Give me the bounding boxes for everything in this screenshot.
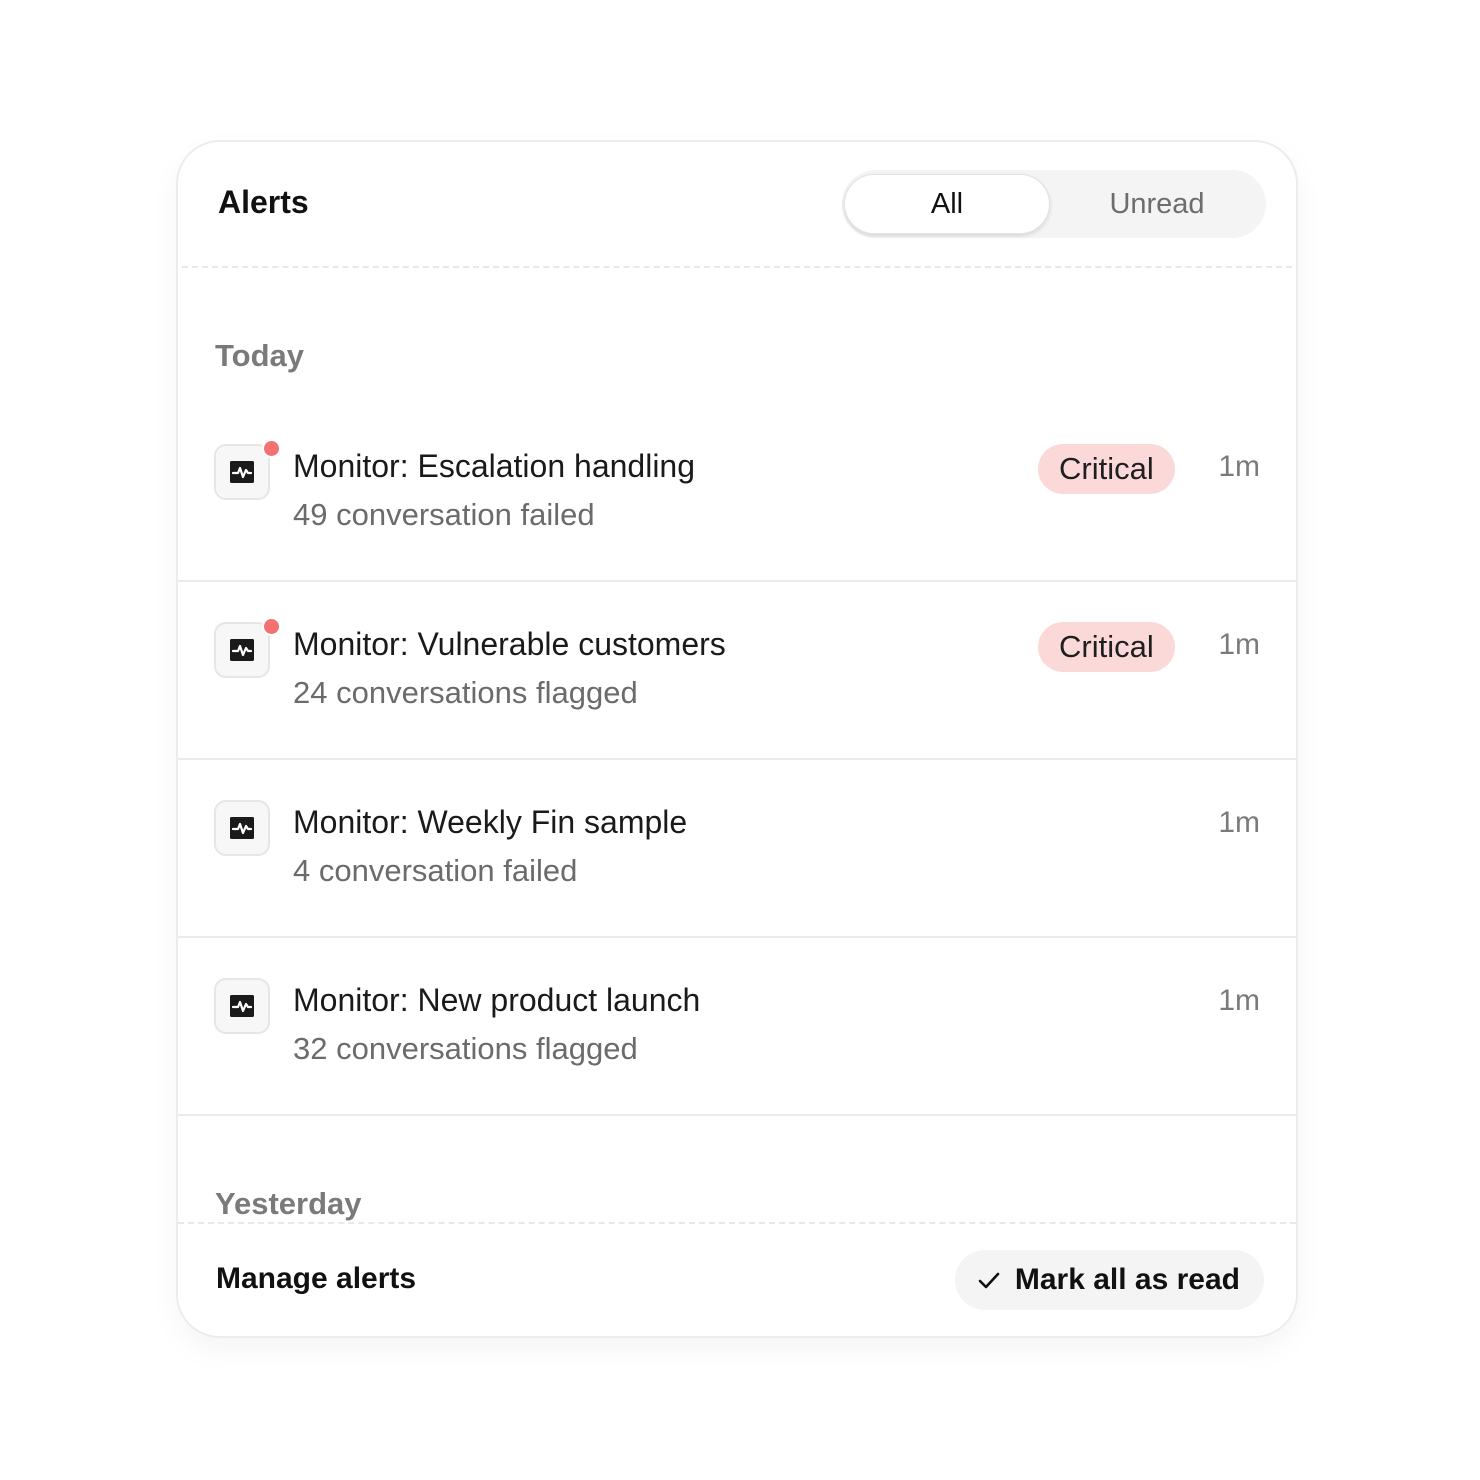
monitor-pulse-icon	[214, 622, 270, 678]
check-icon	[978, 1272, 1000, 1289]
alert-title: Monitor: Escalation handling	[293, 448, 696, 484]
alert-subtitle: 24 conversations flagged	[293, 675, 638, 710]
tab-unread[interactable]: Unread	[1054, 174, 1260, 234]
alert-subtitle: 49 conversation failed	[293, 497, 595, 532]
alerts-title: Alerts	[218, 184, 309, 220]
alert-time: 1m	[1218, 984, 1260, 1017]
critical-badge: Critical	[1038, 622, 1175, 672]
alert-title: Monitor: Vulnerable customers	[293, 626, 726, 662]
alerts-panel: Alerts All Unread Today Monitor: Escalat…	[176, 140, 1298, 1338]
alert-subtitle: 4 conversation failed	[293, 853, 578, 888]
monitor-pulse-icon	[214, 800, 270, 856]
filter-segmented-control: All Unread	[842, 170, 1266, 238]
alert-title: Monitor: New product launch	[293, 982, 701, 1018]
alert-row[interactable]: Monitor: Vulnerable customers 24 convers…	[178, 582, 1296, 760]
mark-all-read-label: Mark all as read	[1014, 1263, 1240, 1296]
manage-alerts-link[interactable]: Manage alerts	[216, 1262, 416, 1296]
alert-row[interactable]: Monitor: New product launch 32 conversat…	[178, 938, 1296, 1116]
alert-title: Monitor: Weekly Fin sample	[293, 804, 688, 840]
alert-time: 1m	[1218, 450, 1260, 483]
monitor-pulse-icon	[214, 444, 270, 500]
alert-time: 1m	[1218, 806, 1260, 839]
unread-indicator	[262, 617, 281, 636]
critical-badge: Critical	[1038, 444, 1175, 494]
alert-row[interactable]: Monitor: Escalation handling 49 conversa…	[178, 404, 1296, 582]
alerts-footer: Manage alerts Mark all as read	[178, 1222, 1296, 1336]
tab-all[interactable]: All	[844, 174, 1050, 234]
alert-time: 1m	[1218, 628, 1260, 661]
section-label-today: Today	[215, 338, 304, 373]
section-label-yesterday: Yesterday	[215, 1186, 362, 1221]
alert-subtitle: 32 conversations flagged	[293, 1031, 638, 1066]
monitor-pulse-icon	[214, 978, 270, 1034]
alerts-header: Alerts All Unread	[182, 142, 1292, 268]
alerts-list: Monitor: Escalation handling 49 conversa…	[178, 404, 1296, 1116]
mark-all-read-button[interactable]: Mark all as read	[954, 1250, 1264, 1310]
alert-row[interactable]: Monitor: Weekly Fin sample 4 conversatio…	[178, 760, 1296, 938]
unread-indicator	[262, 439, 281, 458]
